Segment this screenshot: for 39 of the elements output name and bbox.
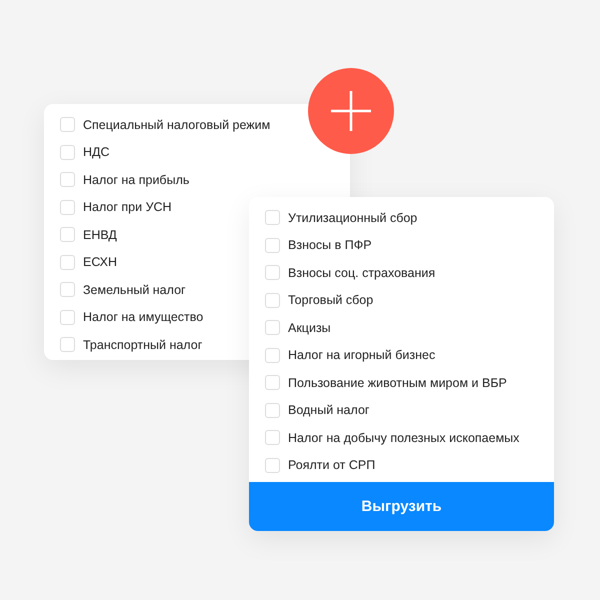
checkbox[interactable] xyxy=(265,458,280,473)
checkbox[interactable] xyxy=(265,210,280,226)
checkbox[interactable] xyxy=(265,430,280,446)
checkbox-label: Налог на добычу полезных ископаемых xyxy=(288,430,520,445)
export-button[interactable]: Выгрузить xyxy=(249,482,554,531)
checkbox[interactable] xyxy=(265,402,280,418)
checkbox-label: Утилизационный сбор xyxy=(288,210,418,225)
checkbox[interactable] xyxy=(60,144,75,160)
checkbox[interactable] xyxy=(265,292,280,308)
checkbox-label: ЕНВД xyxy=(83,228,117,242)
checkbox[interactable] xyxy=(60,254,75,270)
checkbox-label: Специальный налоговый режим xyxy=(83,118,270,132)
checkbox-label: Земельный налог xyxy=(83,282,186,297)
checkbox-label: Торговый сбор xyxy=(288,293,374,308)
checkbox-label: Налог на прибыль xyxy=(83,172,190,187)
checkbox-label: Взносы соц. страхования xyxy=(288,266,436,280)
checkbox[interactable] xyxy=(60,337,75,352)
checkbox[interactable] xyxy=(265,320,280,336)
checkbox[interactable] xyxy=(60,200,75,215)
checkbox[interactable] xyxy=(60,310,75,325)
checkbox[interactable] xyxy=(265,375,280,390)
checkbox[interactable] xyxy=(60,172,75,188)
checkbox-label: Транспортный налог xyxy=(83,338,202,352)
checkbox-label: НДС xyxy=(83,145,110,160)
checkbox[interactable] xyxy=(265,238,280,253)
checkbox[interactable] xyxy=(60,117,75,132)
checkbox-label: ЕСХН xyxy=(83,255,118,270)
checkbox-label: Акцизы xyxy=(288,320,331,335)
checkbox-label: Налог при УСН xyxy=(83,200,172,214)
checkbox[interactable] xyxy=(60,227,75,242)
checkbox-label: Пользование животным миром и ВБР xyxy=(288,376,507,390)
checkbox-label: Налог на имущество xyxy=(83,310,204,324)
checkbox-label: Роялти от СРП xyxy=(288,458,376,472)
checkbox-label: Водный налог xyxy=(288,403,370,418)
checkbox[interactable] xyxy=(265,265,280,280)
checkbox-label: Взносы в ПФР xyxy=(288,238,372,252)
checkbox[interactable] xyxy=(265,348,280,363)
checkbox[interactable] xyxy=(60,282,75,298)
checkbox-label: Налог на игорный бизнес xyxy=(288,348,436,362)
